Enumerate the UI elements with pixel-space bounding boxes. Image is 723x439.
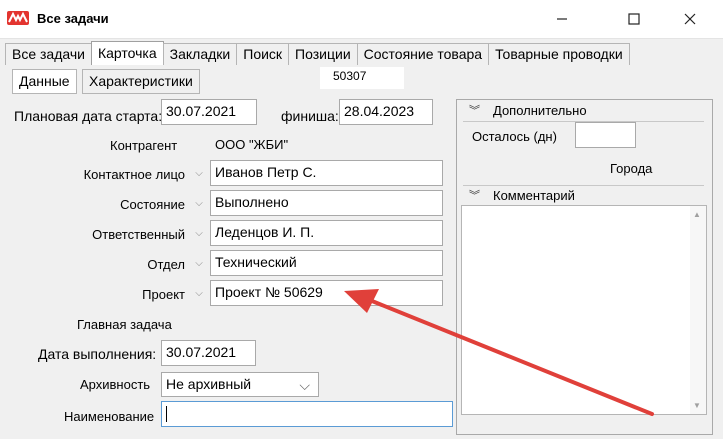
remaining-label: Осталось (дн) bbox=[472, 129, 557, 144]
close-icon[interactable] bbox=[667, 0, 713, 38]
comment-scrollbar[interactable]: ▲ ▼ bbox=[690, 206, 706, 414]
chevron-down-icon: ⌵ bbox=[299, 377, 310, 393]
scroll-up-icon[interactable]: ▲ bbox=[693, 210, 701, 219]
window-title: Все задачи bbox=[37, 11, 109, 26]
collapse-chevron-icon: ︾ bbox=[469, 105, 480, 117]
scroll-down-icon[interactable]: ▼ bbox=[693, 401, 701, 410]
done-date-field[interactable]: 30.07.2021 bbox=[161, 340, 256, 366]
contractor-value: ООО "ЖБИ" bbox=[215, 137, 289, 152]
archive-label: Архивность bbox=[80, 377, 151, 392]
contact-field[interactable]: Иванов Петр С. bbox=[210, 160, 443, 186]
archive-value: Не архивный bbox=[166, 376, 252, 392]
subtab-data[interactable]: Данные bbox=[12, 69, 77, 94]
finish-date-field[interactable]: 28.04.2023 bbox=[339, 99, 433, 125]
additional-header[interactable]: ︾ Дополнительно bbox=[463, 101, 704, 122]
finish-date-label: финиша: bbox=[281, 108, 339, 124]
tab-positions[interactable]: Позиции bbox=[288, 43, 358, 65]
comment-header[interactable]: ︾ Комментарий bbox=[463, 185, 704, 207]
project-label: Проект bbox=[142, 287, 185, 302]
collapse-chevron-icon: ︾ bbox=[469, 190, 480, 202]
tab-bookmarks[interactable]: Закладки bbox=[162, 43, 238, 65]
name-label: Наименование bbox=[64, 409, 155, 424]
contact-dropdown-icon[interactable]: ⌵ bbox=[189, 161, 209, 185]
responsible-dropdown-icon[interactable]: ⌵ bbox=[189, 221, 209, 245]
tab-all-tasks[interactable]: Все задачи bbox=[5, 43, 92, 65]
state-dropdown-icon[interactable]: ⌵ bbox=[189, 191, 209, 215]
tab-goods-state[interactable]: Состояние товара bbox=[356, 43, 490, 65]
main-tabs: Все задачи Карточка Закладки Поиск Позиц… bbox=[5, 41, 630, 66]
project-dropdown-icon[interactable]: ⌵ bbox=[189, 281, 209, 305]
app-logo-icon bbox=[7, 11, 29, 25]
responsible-field[interactable]: Леденцов И. П. bbox=[210, 220, 443, 246]
state-label: Состояние bbox=[120, 197, 185, 212]
tab-search[interactable]: Поиск bbox=[236, 43, 290, 65]
cities-label: Города bbox=[610, 161, 653, 176]
comment-textarea[interactable]: ▲ ▼ bbox=[461, 205, 707, 415]
start-date-label: Плановая дата старта: bbox=[14, 108, 163, 124]
department-dropdown-icon[interactable]: ⌵ bbox=[189, 251, 209, 275]
contact-label: Контактное лицо bbox=[83, 167, 185, 182]
done-date-label: Дата выполнения: bbox=[38, 346, 157, 362]
archive-select[interactable]: Не архивный ⌵ bbox=[161, 372, 319, 397]
tab-card[interactable]: Карточка bbox=[90, 41, 164, 66]
record-number: 50307 bbox=[320, 67, 404, 89]
department-field[interactable]: Технический bbox=[210, 250, 443, 276]
title-bar: Все задачи bbox=[0, 0, 723, 39]
start-date-field[interactable]: 30.07.2021 bbox=[161, 99, 257, 125]
remaining-field[interactable] bbox=[575, 122, 636, 148]
responsible-label: Ответственный bbox=[92, 227, 185, 242]
maximize-icon[interactable] bbox=[611, 0, 657, 38]
minimize-icon[interactable] bbox=[539, 0, 585, 38]
project-field[interactable]: Проект № 50629 bbox=[210, 280, 443, 306]
main-task-label: Главная задача bbox=[77, 317, 172, 332]
contractor-label: Контрагент bbox=[110, 138, 178, 153]
subtab-characteristics[interactable]: Характеристики bbox=[82, 69, 200, 94]
tab-goods-postings[interactable]: Товарные проводки bbox=[488, 43, 630, 65]
state-field[interactable]: Выполнено bbox=[210, 190, 443, 216]
text-caret bbox=[166, 406, 167, 423]
name-input[interactable] bbox=[161, 401, 453, 427]
department-label: Отдел bbox=[147, 257, 185, 272]
